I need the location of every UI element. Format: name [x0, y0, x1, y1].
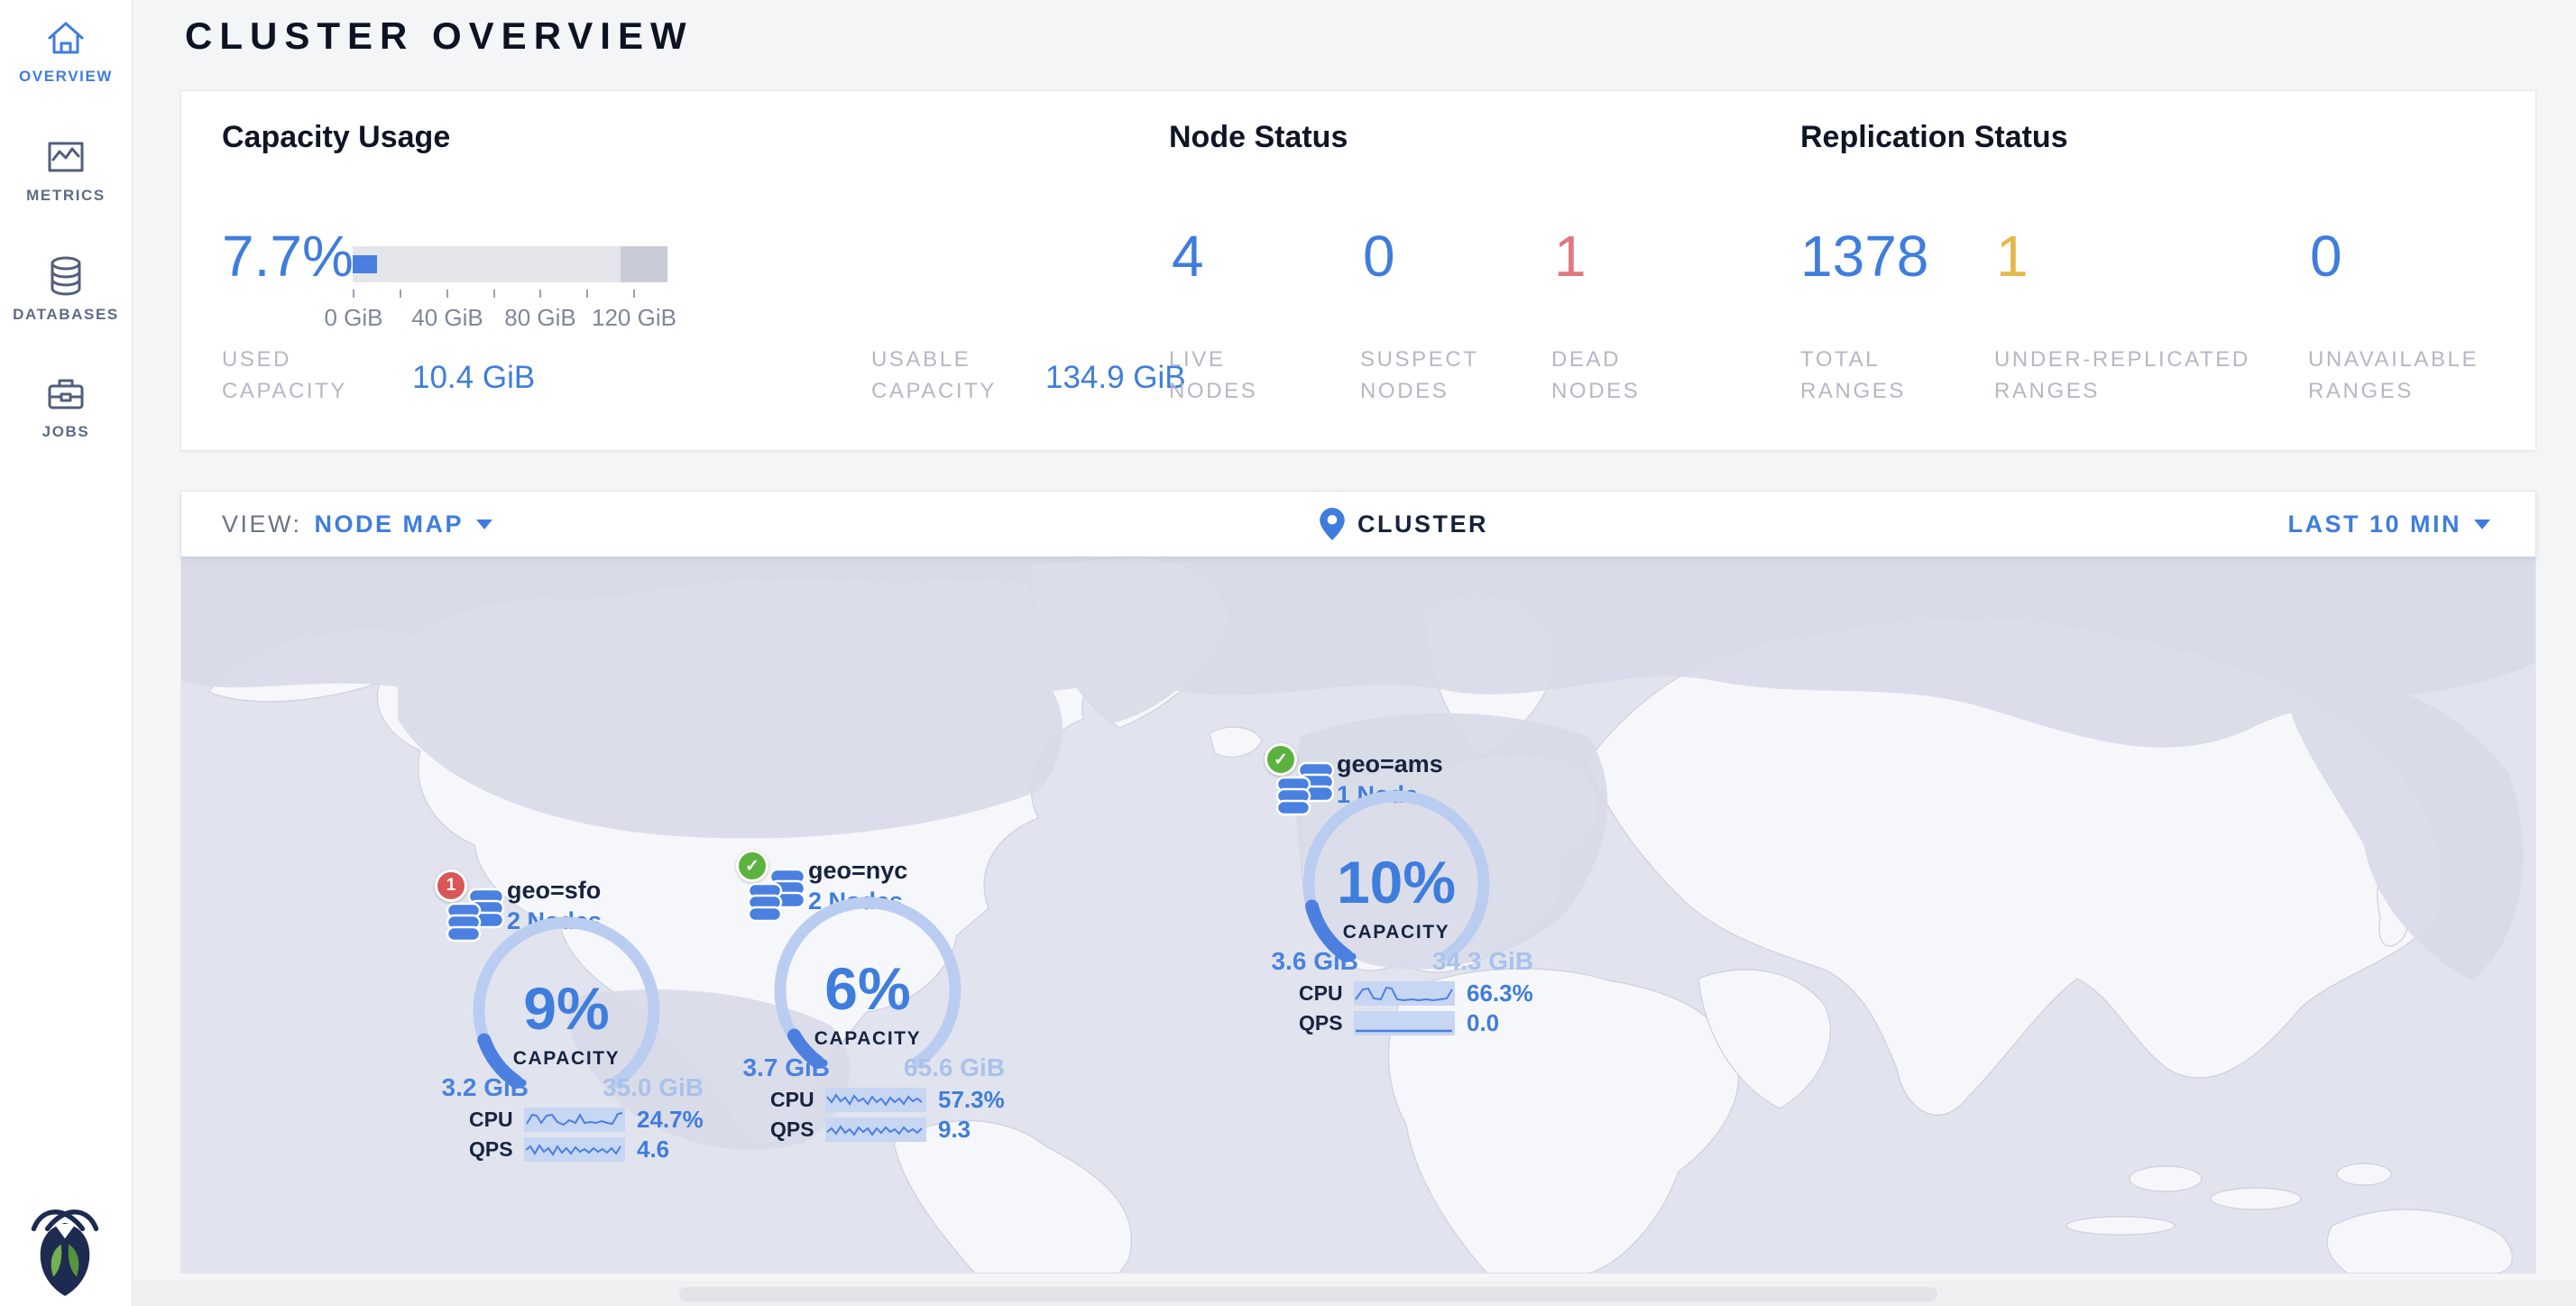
suspect-nodes-value: 0 [1363, 223, 1395, 290]
capacity-percent: 9% [467, 974, 666, 1043]
qps-sparkline [1354, 1011, 1455, 1035]
cpu-value: 57.3% [938, 1086, 1005, 1114]
unavailable-ranges-value: 0 [2310, 223, 2342, 290]
qps-sparkline [825, 1117, 926, 1142]
cpu-value: 66.3% [1467, 980, 1533, 1007]
sidebar: OVERVIEW METRICS DATABASES JOBS [0, 0, 133, 1306]
live-nodes-label: LIVE NODES [1169, 344, 1286, 407]
sidebar-item-label: OVERVIEW [0, 68, 132, 86]
view-dropdown[interactable]: NODE MAP [315, 510, 465, 538]
cockroachdb-logo [22, 1200, 108, 1297]
suspect-nodes-label: SUSPECT NODES [1360, 344, 1504, 407]
sidebar-item-label: DATABASES [0, 306, 132, 324]
database-icon [44, 254, 87, 298]
dead-nodes-value: 1 [1554, 223, 1587, 290]
chevron-down-icon[interactable] [2474, 520, 2490, 529]
sidebar-item-jobs[interactable]: JOBS [0, 372, 132, 441]
sidebar-item-metrics[interactable]: METRICS [0, 135, 132, 205]
qps-value: 9.3 [938, 1116, 971, 1144]
used-capacity-label: USED CAPACITY [222, 344, 380, 407]
axis-tick-label: 40 GiB [402, 304, 492, 332]
qps-value: 4.6 [637, 1136, 669, 1163]
cpu-label: CPU [770, 1088, 814, 1112]
used-gib: 3.7 GiB [740, 1053, 830, 1082]
locality-name[interactable]: geo=sfo [507, 877, 601, 905]
world-map[interactable]: 1 geo=sfo 2 Nodes 9% CAPACITY 3.2 GiB 35… [181, 556, 2535, 1274]
cpu-label: CPU [469, 1108, 512, 1132]
used-gib: 3.2 GiB [438, 1073, 529, 1102]
qps-label: QPS [1299, 1011, 1342, 1035]
capacity-bar-reserved [621, 246, 667, 282]
under-replicated-ranges-label: UNDER-REPLICATED RANGES [1994, 344, 2301, 407]
capacity-percent: 10% [1297, 848, 1495, 916]
under-replicated-ranges-value: 1 [1996, 223, 2029, 290]
location-pin-icon [1320, 508, 1345, 540]
breadcrumb-cluster: CLUSTER [1357, 510, 1488, 538]
locality-name[interactable]: geo=nyc [808, 857, 907, 885]
view-label: VIEW: [222, 510, 302, 538]
locality-name[interactable]: geo=ams [1337, 750, 1443, 778]
briefcase-icon [44, 372, 87, 415]
qps-sparkline [524, 1137, 625, 1162]
capacity-label: CAPACITY [1297, 922, 1495, 943]
qps-label: QPS [770, 1117, 814, 1142]
sidebar-item-label: METRICS [0, 187, 132, 205]
qps-label: QPS [469, 1137, 512, 1162]
chevron-down-icon[interactable] [476, 520, 492, 529]
horizontal-scrollbar-thumb[interactable] [679, 1287, 1937, 1301]
time-range-dropdown[interactable]: LAST 10 MIN [2287, 510, 2461, 538]
used-capacity-value: 10.4 GiB [412, 360, 535, 396]
home-icon [44, 16, 87, 60]
usable-capacity-label: USABLE CAPACITY [871, 344, 1029, 407]
node-status-title: Node Status [1169, 120, 1348, 155]
cluster-summary-panel: Capacity Usage 7.7% 0 GiB 40 GiB 80 GiB … [180, 90, 2536, 451]
total-gib: 35.0 GiB [603, 1073, 704, 1102]
map-toolbar: VIEW: NODE MAP CLUSTER LAST 10 MIN [181, 492, 2535, 556]
dead-nodes-label: DEAD NODES [1551, 344, 1669, 407]
live-nodes-value: 4 [1172, 223, 1204, 290]
sidebar-item-label: JOBS [0, 423, 132, 441]
node-map-panel: VIEW: NODE MAP CLUSTER LAST 10 MIN [180, 491, 2536, 1274]
locality-sfo[interactable]: 1 geo=sfo 2 Nodes 9% CAPACITY 3.2 GiB 35… [435, 869, 723, 1167]
capacity-label: CAPACITY [768, 1028, 967, 1050]
locality-nyc[interactable]: ✓ geo=nyc 2 Nodes 6% CAPACITY 3.7 GiB 65… [736, 850, 1025, 1147]
cpu-value: 24.7% [637, 1106, 704, 1134]
metrics-icon [44, 135, 87, 179]
total-ranges-label: TOTAL RANGES [1800, 344, 1927, 407]
cpu-sparkline [524, 1108, 625, 1132]
unavailable-ranges-label: UNAVAILABLE RANGES [2308, 344, 2534, 407]
axis-tick-label: 0 GiB [308, 304, 399, 332]
total-gib: 65.6 GiB [904, 1053, 1005, 1082]
total-ranges-value: 1378 [1800, 223, 1928, 290]
axis-tick-label: 80 GiB [495, 304, 585, 332]
total-gib: 34.3 GiB [1432, 947, 1533, 976]
axis-tick-label: 120 GiB [589, 304, 679, 332]
usable-capacity-value: 134.9 GiB [1045, 360, 1186, 396]
capacity-bar-used [353, 255, 377, 273]
used-gib: 3.6 GiB [1268, 947, 1358, 976]
cpu-sparkline [825, 1088, 926, 1112]
cpu-sparkline [1354, 981, 1455, 1006]
capacity-label: CAPACITY [467, 1048, 666, 1070]
capacity-usage-title: Capacity Usage [222, 120, 450, 155]
replication-status-title: Replication Status [1800, 120, 2068, 155]
qps-value: 0.0 [1467, 1009, 1499, 1037]
sidebar-item-overview[interactable]: OVERVIEW [0, 16, 132, 86]
capacity-percent: 6% [768, 954, 967, 1023]
locality-ams[interactable]: ✓ geo=ams 1 Node 10% CAPACITY 3.6 GiB 34… [1265, 743, 1553, 1041]
cpu-label: CPU [1299, 981, 1342, 1006]
sidebar-item-databases[interactable]: DATABASES [0, 254, 132, 324]
capacity-percent: 7.7% [222, 223, 354, 290]
capacity-bar-chart: 0 GiB 40 GiB 80 GiB 120 GiB [353, 246, 667, 282]
page-title: CLUSTER OVERVIEW [185, 14, 694, 58]
